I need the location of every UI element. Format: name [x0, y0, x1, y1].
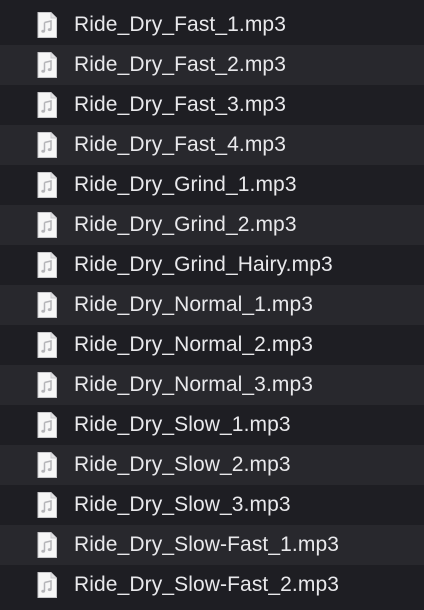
file-row[interactable]: Ride_Dry_Normal_2.mp3	[0, 325, 424, 365]
audio-file-icon	[34, 571, 60, 599]
audio-file-icon	[34, 491, 60, 519]
file-name: Ride_Dry_Slow-Fast_2.mp3	[74, 573, 340, 596]
file-name: Ride_Dry_Fast_1.mp3	[74, 13, 286, 36]
file-name: Ride_Dry_Fast_2.mp3	[74, 53, 286, 76]
file-row[interactable]: Ride_Dry_Slow_2.mp3	[0, 445, 424, 485]
file-name: Ride_Dry_Grind_2.mp3	[74, 213, 297, 236]
file-row[interactable]: Ride_Dry_Slow-Fast_1.mp3	[0, 525, 424, 565]
file-name: Ride_Dry_Slow_3.mp3	[74, 493, 291, 516]
file-row[interactable]: Ride_Dry_Normal_3.mp3	[0, 365, 424, 405]
file-row[interactable]: Ride_Dry_Slow_1.mp3	[0, 405, 424, 445]
audio-file-icon	[34, 91, 60, 119]
audio-file-icon	[34, 211, 60, 239]
file-row[interactable]: Ride_Dry_Slow_3.mp3	[0, 485, 424, 525]
file-row[interactable]: Ride_Dry_Slow-Fast_2.mp3	[0, 565, 424, 605]
file-name: Ride_Dry_Normal_2.mp3	[74, 333, 314, 356]
audio-file-icon	[34, 531, 60, 559]
audio-file-icon	[34, 371, 60, 399]
file-name: Ride_Dry_Slow-Fast_1.mp3	[74, 533, 340, 556]
file-row[interactable]: Ride_Dry_Normal_1.mp3	[0, 285, 424, 325]
file-row[interactable]: Ride_Dry_Fast_3.mp3	[0, 85, 424, 125]
file-row[interactable]: Ride_Dry_Fast_1.mp3	[0, 5, 424, 45]
file-row[interactable]: Ride_Dry_Grind_2.mp3	[0, 205, 424, 245]
file-name: Ride_Dry_Normal_1.mp3	[74, 293, 314, 316]
audio-file-icon	[34, 251, 60, 279]
audio-file-icon	[34, 331, 60, 359]
file-name: Ride_Dry_Slow_1.mp3	[74, 413, 291, 436]
file-name: Ride_Dry_Fast_4.mp3	[74, 133, 286, 156]
audio-file-icon	[34, 291, 60, 319]
file-name: Ride_Dry_Slow_2.mp3	[74, 453, 291, 476]
audio-file-icon	[34, 51, 60, 79]
file-name: Ride_Dry_Normal_3.mp3	[74, 373, 314, 396]
file-row[interactable]: Ride_Dry_Fast_4.mp3	[0, 125, 424, 165]
file-row[interactable]: Ride_Dry_Grind_Hairy.mp3	[0, 245, 424, 285]
file-list: Ride_Dry_Fast_1.mp3 Ride_Dry_Fast_2.mp3 …	[0, 5, 424, 605]
audio-file-icon	[34, 171, 60, 199]
file-row[interactable]: Ride_Dry_Fast_2.mp3	[0, 45, 424, 85]
file-name: Ride_Dry_Grind_Hairy.mp3	[74, 253, 333, 276]
audio-file-icon	[34, 131, 60, 159]
file-row[interactable]: Ride_Dry_Grind_1.mp3	[0, 165, 424, 205]
file-name: Ride_Dry_Fast_3.mp3	[74, 93, 286, 116]
audio-file-icon	[34, 451, 60, 479]
audio-file-icon	[34, 11, 60, 39]
audio-file-icon	[34, 411, 60, 439]
file-name: Ride_Dry_Grind_1.mp3	[74, 173, 297, 196]
